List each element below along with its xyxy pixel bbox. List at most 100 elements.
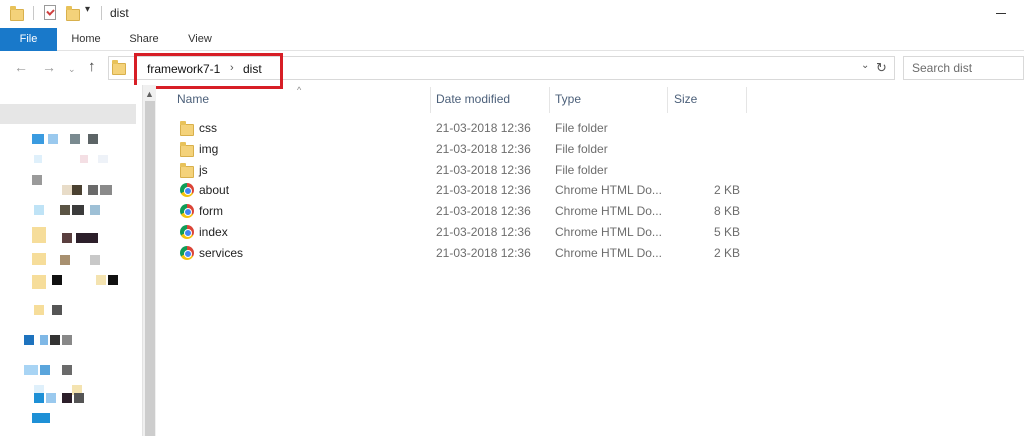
nav-item-obscured (52, 275, 62, 285)
nav-item-obscured (62, 335, 72, 345)
recent-locations-chevron-icon[interactable]: ⌄ (68, 62, 76, 76)
file-row[interactable]: css 21-03-2018 12:36 File folder (160, 117, 760, 138)
nav-item-obscured[interactable] (32, 413, 50, 423)
nav-item-obscured (80, 155, 88, 163)
file-row[interactable]: about 21-03-2018 12:36 Chrome HTML Do... 2 … (160, 179, 760, 200)
file-name: index (199, 225, 228, 239)
nav-item-obscured[interactable] (32, 275, 46, 289)
file-date-modified: 21-03-2018 12:36 (436, 183, 531, 198)
nav-item-obscured (62, 233, 72, 243)
file-name: css (199, 121, 217, 135)
nav-item-obscured (60, 205, 70, 215)
column-header-type[interactable]: Type (555, 85, 581, 113)
nav-item-obscured[interactable] (32, 253, 46, 265)
file-type: File folder (555, 162, 608, 177)
file-name: about (199, 183, 230, 198)
nav-item-obscured (76, 233, 98, 243)
refresh-icon[interactable]: ↻ (876, 60, 887, 76)
nav-item-obscured[interactable] (24, 335, 34, 345)
nav-item-obscured (46, 393, 56, 403)
file-date-modified: 21-03-2018 12:36 (436, 141, 531, 156)
search-box (903, 56, 1024, 80)
nav-item-obscured (50, 335, 60, 345)
chrome-icon (180, 245, 194, 260)
file-size: 2 KB (713, 245, 740, 260)
nav-item-obscured (48, 134, 58, 144)
nav-item-obscured (96, 275, 106, 285)
column-divider[interactable] (746, 87, 747, 113)
file-date-modified: 21-03-2018 12:36 (436, 245, 531, 260)
file-row[interactable]: js 21-03-2018 12:36 File folder (160, 159, 760, 180)
nav-item-obscured (62, 365, 72, 375)
column-divider[interactable] (549, 87, 550, 113)
search-input[interactable] (904, 57, 1023, 79)
nav-item-selected[interactable] (0, 104, 136, 124)
file-date-modified: 21-03-2018 12:36 (436, 204, 531, 219)
nav-item-obscured[interactable] (34, 305, 44, 315)
column-header-name[interactable]: Name (177, 85, 209, 113)
file-row[interactable]: form 21-03-2018 12:36 Chrome HTML Do... 8 K… (160, 200, 760, 221)
nav-item-obscured (62, 185, 72, 195)
file-size: 8 KB (713, 204, 740, 219)
sort-ascending-icon: ^ (297, 85, 302, 95)
nav-item-obscured (72, 205, 84, 215)
scroll-up-arrow-icon[interactable]: ▲ (145, 89, 154, 99)
properties-icon[interactable] (44, 5, 56, 20)
breadcrumb-highlight-box (134, 53, 283, 89)
column-divider[interactable] (430, 87, 431, 113)
nav-item-obscured (40, 335, 48, 345)
nav-item-obscured[interactable] (32, 227, 46, 243)
nav-item-obscured[interactable] (24, 365, 38, 375)
nav-item-obscured (90, 255, 100, 265)
nav-item-obscured (88, 134, 98, 144)
column-divider[interactable] (667, 87, 668, 113)
minimize-button[interactable] (996, 13, 1006, 14)
tab-view[interactable]: View (174, 28, 226, 51)
column-header-size[interactable]: Size (674, 85, 697, 113)
nav-item-obscured (70, 134, 80, 144)
nav-item-obscured (52, 305, 62, 315)
tab-home[interactable]: Home (60, 28, 112, 51)
nav-item-obscured[interactable] (34, 393, 44, 403)
file-row[interactable]: index 21-03-2018 12:36 Chrome HTML Do... 5 … (160, 221, 760, 242)
nav-item-obscured (88, 185, 98, 195)
file-type: File folder (555, 141, 608, 156)
file-size: 2 KB (713, 183, 740, 198)
toolbar-divider (33, 6, 34, 20)
nav-item-obscured[interactable] (32, 175, 42, 185)
up-arrow-icon[interactable]: ↑ (88, 59, 96, 74)
navigation-pane[interactable] (0, 85, 142, 436)
nav-item-obscured (72, 185, 82, 195)
file-row[interactable]: services 21-03-2018 12:36 Chrome HTML Do..… (160, 242, 760, 263)
address-dropdown-icon[interactable]: ⌄ (861, 60, 869, 71)
nav-item-obscured (100, 185, 112, 195)
forward-arrow-icon[interactable]: → (42, 60, 56, 74)
nav-item-obscured[interactable] (32, 134, 44, 144)
chrome-icon (180, 183, 194, 198)
tab-share[interactable]: Share (118, 28, 170, 51)
file-type: Chrome HTML Do... (555, 183, 662, 198)
navigation-bar: ← → ⌄ ↑ framework7-1 › dist ⌄ ↻ (0, 51, 1024, 89)
tab-file[interactable]: File (0, 28, 57, 51)
nav-item-obscured (62, 393, 72, 403)
chrome-icon (180, 225, 194, 239)
nav-item-obscured (34, 155, 42, 163)
column-header-date-modified[interactable]: Date modified (436, 85, 510, 113)
file-date-modified: 21-03-2018 12:36 (436, 121, 531, 135)
file-size: 5 KB (713, 225, 740, 239)
file-name: js (199, 162, 208, 177)
nav-item-obscured (34, 205, 44, 215)
chrome-icon (180, 204, 194, 219)
nav-item-obscured (40, 365, 50, 375)
file-type: File folder (555, 121, 608, 135)
quick-access-dropdown-icon[interactable]: ▾ (85, 4, 90, 15)
ribbon-tabs: File Home Share View (0, 28, 1024, 51)
file-type: Chrome HTML Do... (555, 225, 662, 239)
nav-item-obscured (108, 275, 118, 285)
navigation-scrollbar[interactable]: ▲ (142, 85, 156, 436)
file-name: services (199, 245, 244, 260)
scroll-thumb[interactable] (145, 101, 155, 436)
file-row[interactable]: img 21-03-2018 12:36 File folder (160, 138, 760, 159)
file-name: form (199, 204, 223, 219)
back-arrow-icon[interactable]: ← (14, 60, 28, 74)
